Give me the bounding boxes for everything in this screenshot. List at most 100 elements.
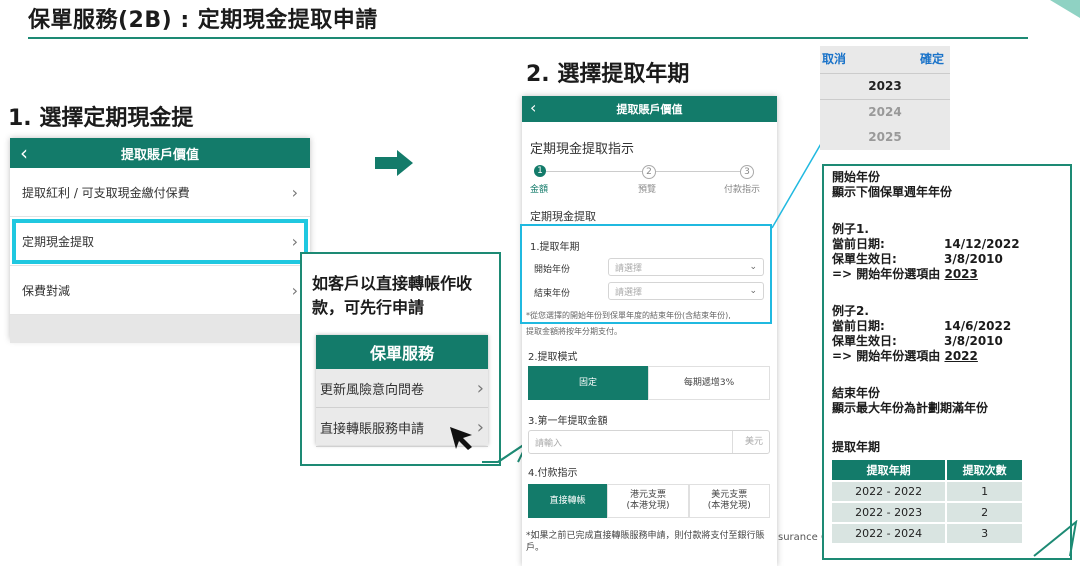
mode-increase-option[interactable]: 每期遞增3%	[648, 366, 770, 400]
stepper: 1 2 3 金額 預覽 付款指示	[528, 164, 768, 196]
example2-date-label: 當前日期:	[832, 319, 885, 333]
table-cell: 2022 - 2024	[832, 522, 947, 543]
mode-fixed-option[interactable]: 固定	[528, 366, 648, 400]
menu-item-periodic-withdrawal[interactable]: 定期現金提取 ›	[10, 217, 310, 266]
payment-toggle: 直接轉帳 港元支票 (本港兌現) 美元支票 (本港兌現)	[528, 484, 770, 518]
menu-item-label: 保費對減	[22, 283, 71, 298]
cursor-icon	[450, 427, 472, 450]
example2-effective: 3/8/2010	[944, 334, 1003, 348]
picker-option[interactable]: 2023	[820, 73, 950, 100]
step1-heading: 1. 選擇定期現金提	[8, 106, 194, 131]
example2-result: => 開始年份選項由 2022	[832, 349, 978, 364]
chevron-right-icon: ›	[476, 377, 484, 399]
table-header: 提取年期	[832, 460, 947, 481]
mode-label: 2.提取模式	[528, 352, 578, 363]
example2-date: 14/6/2022	[944, 319, 1012, 333]
payment-usd-cheque[interactable]: 美元支票 (本港兌現)	[688, 484, 770, 518]
table-header: 提取次數	[945, 460, 1022, 481]
callout-text: 如客戶以直接轉帳作收款，可先行申請	[312, 274, 473, 317]
table-row: 2022 - 2022 1	[832, 480, 1022, 502]
chevron-right-icon: ›	[291, 231, 298, 251]
picker-option[interactable]: 2024	[820, 100, 950, 125]
menu-item-label: 定期現金提取	[22, 234, 95, 249]
service-item-label: 直接轉賬服務申請	[320, 421, 425, 437]
picker-cancel-button[interactable]: 取消	[822, 50, 846, 67]
service-item-label: 更新風險意向問卷	[320, 382, 425, 398]
footer-fragment: surance C	[778, 532, 828, 543]
example1-effective: 3/8/2010	[944, 252, 1003, 266]
payment-direct-transfer[interactable]: 直接轉帳	[528, 484, 608, 518]
payment-hkd-cheque[interactable]: 港元支票 (本港兌現)	[607, 484, 689, 518]
step-label-2: 預覽	[638, 185, 657, 195]
example1-date-label: 當前日期:	[832, 237, 885, 251]
example1-effective-label: 保單生效日:	[832, 252, 897, 266]
amount-input[interactable]: 請輸入 美元	[528, 430, 770, 454]
table-cell: 3	[945, 522, 1022, 543]
start-year-desc: 顯示下個保單週年年份	[832, 185, 953, 199]
chevron-right-icon: ›	[291, 280, 298, 300]
service-title: 保單服務	[316, 335, 488, 369]
service-item-risk-questionnaire[interactable]: 更新風險意向問卷 ›	[316, 369, 488, 408]
header-title: 提取賬戶價值	[616, 103, 683, 116]
corner-decoration	[1050, 0, 1080, 18]
step-dot-1: 1	[534, 165, 546, 177]
example1-title: 例子1.	[832, 222, 869, 236]
title-divider	[28, 37, 1028, 39]
result-year: 2023	[944, 267, 978, 281]
table-header-row: 提取年期 提取次數	[832, 460, 1022, 481]
phone-screen-1: ‹ 提取賬戶價值 提取紅利 / 可支取現金繳付保費 › 定期現金提取 › 保費對…	[10, 138, 310, 343]
table-row: 2022 - 2023 2	[832, 501, 1022, 523]
table-cell: 2	[945, 501, 1022, 523]
chevron-right-icon: ›	[476, 416, 484, 438]
amount-placeholder: 請輸入	[535, 438, 563, 449]
step2-heading: 2. 選擇提取年期	[526, 62, 690, 87]
example2-title: 例子2.	[832, 304, 869, 318]
page-title: 保單服務(2B) : 定期現金提取申請	[28, 8, 378, 33]
arrow-right-icon	[375, 150, 413, 176]
period-highlight	[520, 224, 772, 324]
menu-item-premium-offset[interactable]: 保費對減 ›	[10, 266, 310, 315]
result-prefix: => 開始年份選項由	[832, 349, 945, 363]
amount-label: 3.第一年提取金額	[528, 416, 608, 427]
info-pointer	[1033, 520, 1078, 557]
step-dot-3: 3	[740, 165, 754, 179]
period-table: 提取年期 提取次數 2022 - 2022 1 2022 - 2023 2 20…	[832, 460, 1022, 543]
menu-item-label: 提取紅利 / 可支取現金繳付保費	[22, 185, 190, 200]
end-year-desc: 顯示最大年份為計劃期滿年份	[832, 401, 989, 415]
connector-line	[771, 141, 823, 229]
picker-toolbar: 取消 確定	[820, 46, 950, 67]
header-title: 提取賬戶價值	[120, 147, 199, 163]
back-icon[interactable]: ‹	[530, 98, 536, 117]
year-picker: 取消 確定 2023 2024 2025	[820, 46, 950, 150]
table-row: 2022 - 2024 3	[832, 522, 1022, 543]
picker-option[interactable]: 2025	[820, 125, 950, 150]
app-header: ‹ 提取賬戶價值	[522, 96, 777, 122]
step-label-3: 付款指示	[724, 185, 761, 195]
picker-confirm-button[interactable]: 確定	[920, 50, 944, 67]
result-year: 2022	[944, 349, 978, 363]
example1-result: => 開始年份選項由 2023	[832, 267, 978, 282]
chevron-right-icon: ›	[291, 182, 298, 202]
app-header: ‹ 提取賬戶價值	[10, 138, 310, 168]
table-cell: 1	[945, 480, 1022, 502]
example2-effective-label: 保單生效日:	[832, 334, 897, 348]
menu-item-dividend[interactable]: 提取紅利 / 可支取現金繳付保費 ›	[10, 168, 310, 217]
start-year-heading: 開始年份	[832, 170, 881, 184]
section-heading: 定期現金提取	[530, 210, 596, 223]
empty-area	[10, 315, 310, 343]
currency-label: 美元	[731, 431, 763, 453]
step-dot-2: 2	[642, 165, 656, 179]
payment-label: 4.付款指示	[528, 468, 578, 479]
mode-toggle: 固定 每期遞增3%	[528, 366, 770, 400]
period-note-2: 提取金額將按年分期支付。	[526, 327, 622, 336]
example1-date: 14/12/2022	[944, 237, 1020, 251]
end-year-heading: 結束年份	[832, 386, 881, 400]
payment-note: *如果之前已完成直接轉賬服務申請，則付款將支付至銀行賬戶。	[526, 531, 765, 553]
table-cell: 2022 - 2023	[832, 501, 947, 523]
table-cell: 2022 - 2022	[832, 480, 947, 502]
back-icon[interactable]: ‹	[20, 141, 28, 165]
form-title: 定期現金提取指示	[530, 142, 635, 157]
period-heading: 提取年期	[832, 440, 881, 454]
result-prefix: => 開始年份選項由	[832, 267, 945, 281]
step-label-1: 金額	[530, 185, 549, 195]
